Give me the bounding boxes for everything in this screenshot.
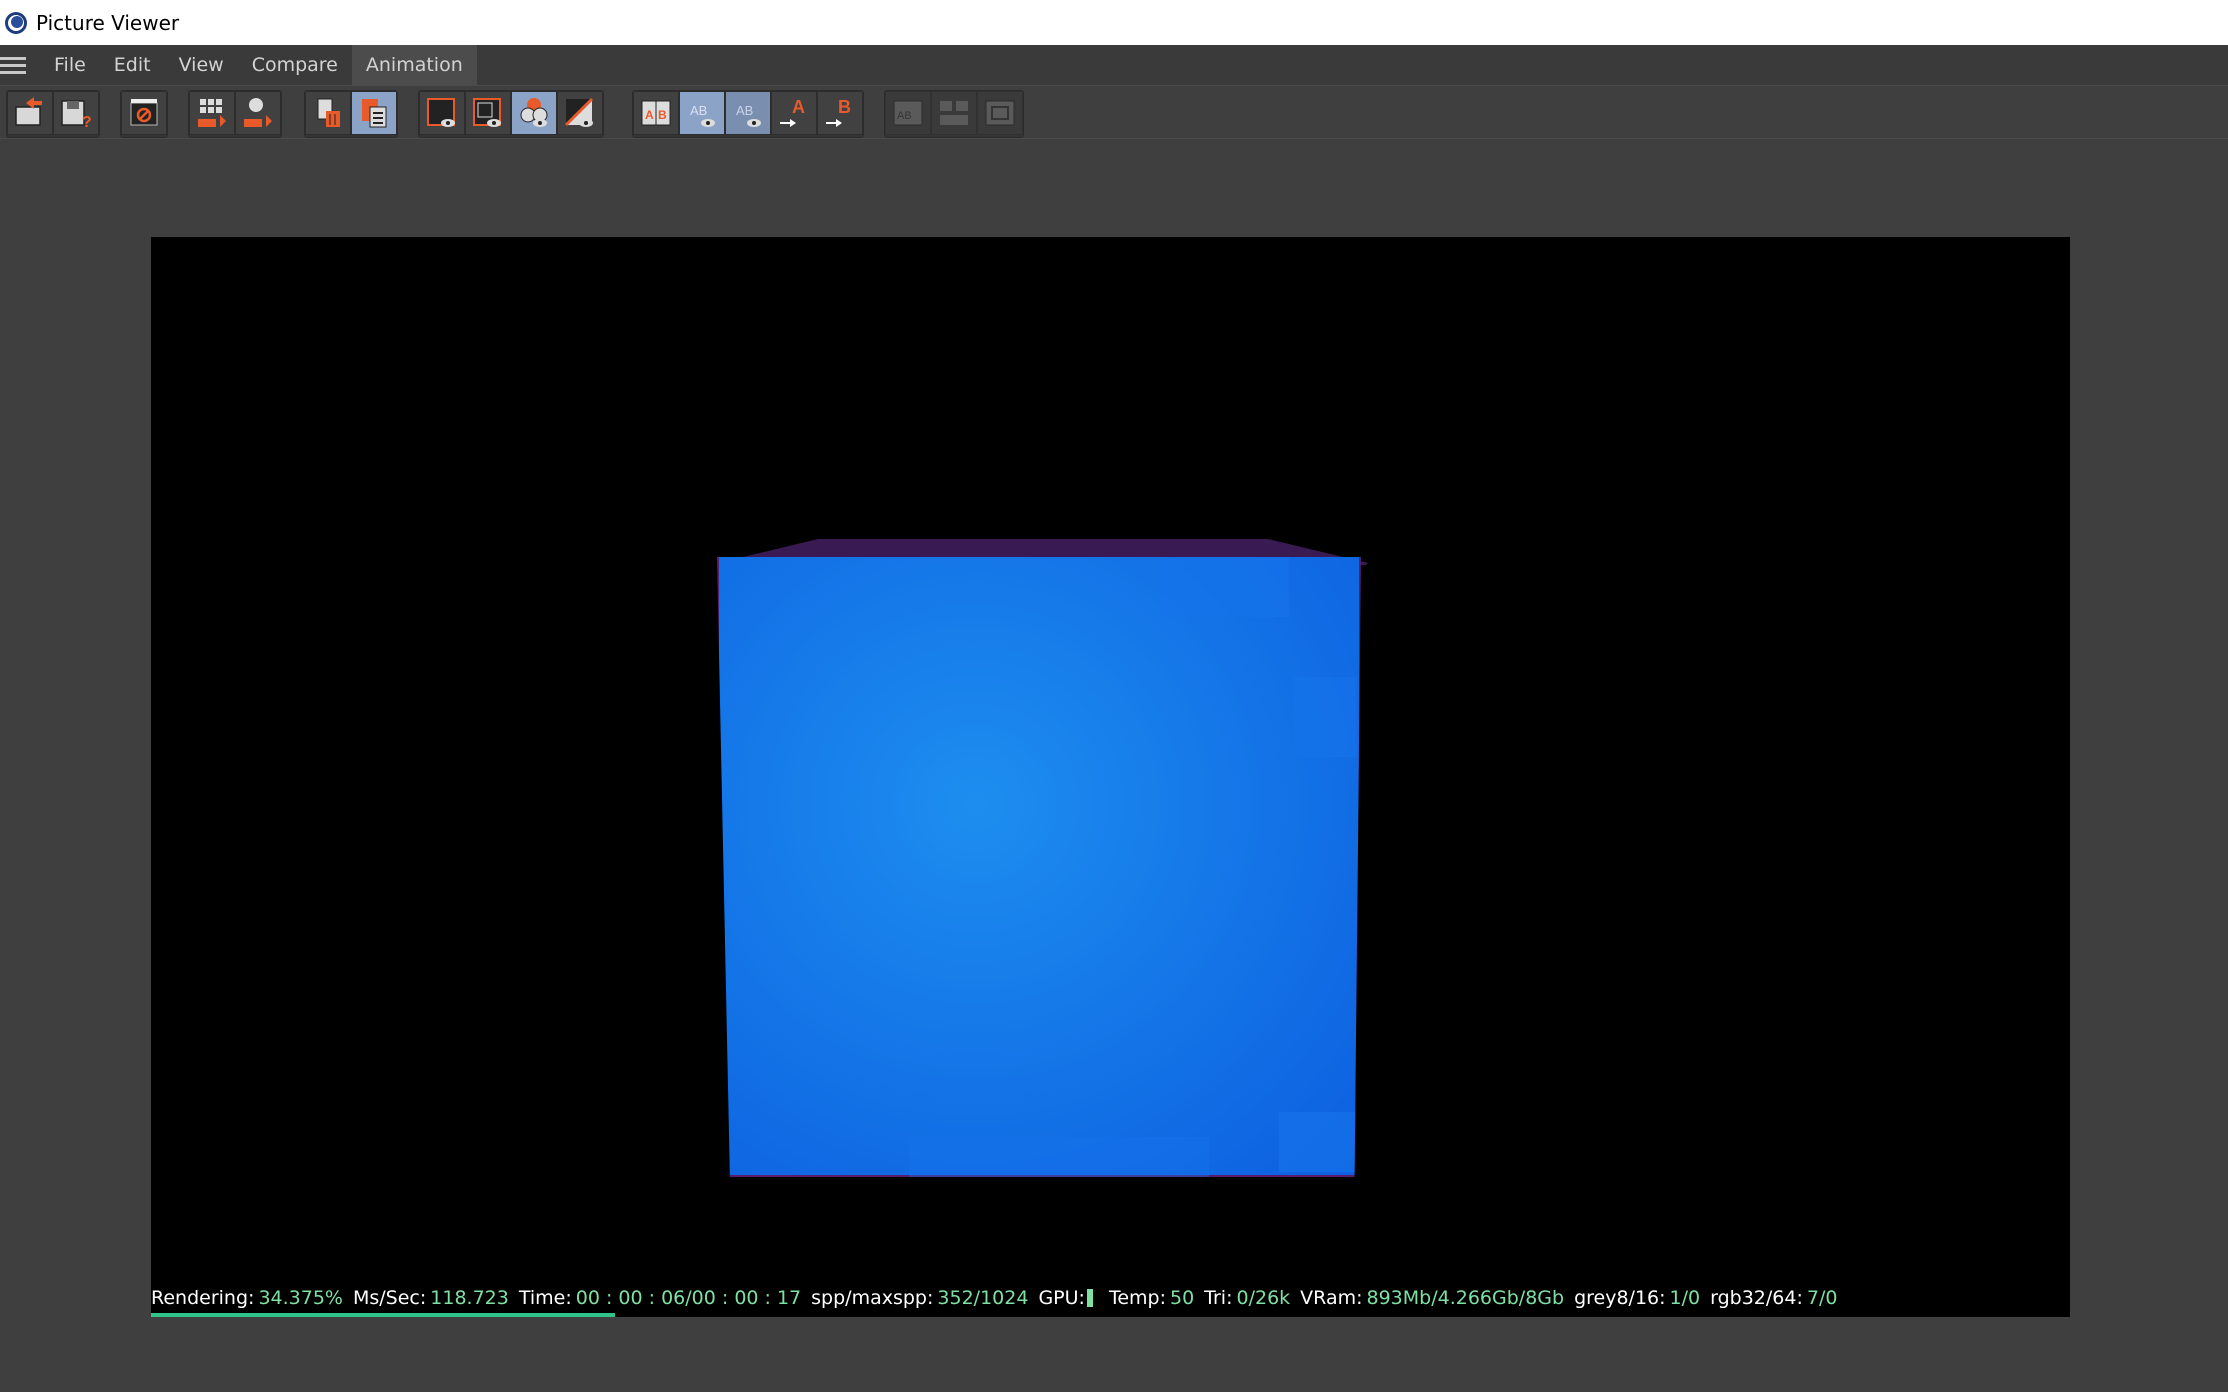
user-down-icon: [244, 98, 272, 127]
render-progress-bar: [151, 1313, 616, 1317]
spp-label: spp/maxspp:: [811, 1287, 934, 1309]
split-ab-button[interactable]: AB: [885, 91, 931, 135]
svg-text:AB: AB: [897, 110, 912, 122]
arrow-b-icon: B: [826, 97, 851, 127]
temp-label: Temp:: [1108, 1287, 1166, 1309]
compare-ab-eye-button[interactable]: AB: [679, 91, 725, 135]
delete-button[interactable]: [305, 91, 351, 135]
split-swap-button[interactable]: [977, 91, 1023, 135]
swap-split-icon: [985, 100, 1015, 126]
render-viewport[interactable]: [151, 237, 2070, 1317]
render-status-line: Rendering: 34.375% Ms/Sec: 118.723 Time:…: [151, 1284, 1847, 1312]
half-square-eye-icon: [564, 97, 594, 127]
rendering-value: 34.375%: [258, 1287, 343, 1309]
save-question-icon: ?: [61, 100, 92, 131]
svg-text:AB: AB: [690, 103, 707, 118]
ab-split-icon: AB: [893, 100, 923, 126]
set-a-button[interactable]: A: [771, 91, 817, 135]
open-folder-icon: [15, 97, 42, 126]
svg-text:?: ?: [82, 114, 92, 131]
hamburger-menu-icon[interactable]: [0, 55, 26, 75]
toolbar-group-disabled: AB: [884, 90, 1024, 138]
trash-icon: [317, 98, 340, 127]
toolbar-group-compare: A B AB AB A B: [632, 90, 864, 138]
window-title: Picture Viewer: [36, 10, 180, 35]
grey-value: 1/0: [1669, 1287, 1701, 1309]
time-value: 00 : 00 : 06/00 : 00 : 17: [575, 1287, 802, 1309]
menu-file[interactable]: File: [40, 45, 100, 85]
svg-text:A: A: [645, 108, 654, 122]
svg-text:AB: AB: [736, 103, 753, 118]
history-list-button[interactable]: [351, 91, 397, 135]
svg-text:B: B: [838, 97, 851, 117]
cube-front-face: [717, 557, 1361, 1177]
tri-label: Tri:: [1204, 1287, 1233, 1309]
menu-view[interactable]: View: [165, 45, 238, 85]
toolbar-group-file: ?: [6, 90, 100, 138]
set-b-button[interactable]: B: [817, 91, 863, 135]
vram-label: VRam:: [1300, 1287, 1363, 1309]
gpu-label: GPU:: [1038, 1287, 1085, 1309]
split-layout-button[interactable]: [931, 91, 977, 135]
ms-sec-label: Ms/Sec:: [352, 1287, 427, 1309]
ab-compare-icon: A B: [641, 100, 671, 126]
frame-eye-icon: [427, 98, 455, 127]
view-channels-button[interactable]: [511, 91, 557, 135]
layout-split-icon: [940, 101, 968, 125]
title-bar: Picture Viewer: [0, 0, 2228, 45]
import-user-button[interactable]: [235, 91, 281, 135]
save-as-button[interactable]: ?: [53, 91, 99, 135]
tri-value: 0/26k: [1236, 1287, 1291, 1309]
gpu-usage-bar: [1086, 1289, 1093, 1307]
menu-edit[interactable]: Edit: [100, 45, 165, 85]
open-button[interactable]: [7, 91, 53, 135]
compare-ab-swap-button[interactable]: AB: [725, 91, 771, 135]
svg-text:B: B: [658, 108, 667, 122]
rgb-circles-eye-icon: [520, 98, 548, 127]
view-single-button[interactable]: [419, 91, 465, 135]
toolbar: ? A B AB AB A B AB: [0, 86, 2228, 139]
spp-value: 352/1024: [937, 1287, 1029, 1309]
rgb-value: 7/0: [1806, 1287, 1838, 1309]
toolbar-group-render: [120, 90, 168, 138]
menu-bar: File Edit View Compare Animation: [0, 45, 2228, 86]
view-region-button[interactable]: [465, 91, 511, 135]
ms-sec-value: 118.723: [430, 1287, 509, 1309]
stop-render-button[interactable]: [121, 91, 167, 135]
vram-value: 893Mb/4.266Gb/8Gb: [1366, 1287, 1565, 1309]
cinema4d-app-icon: [5, 11, 27, 34]
compare-ab-button[interactable]: A B: [633, 91, 679, 135]
grid-down-icon: [198, 99, 226, 127]
svg-text:A: A: [792, 97, 805, 117]
frame-region-eye-icon: [473, 98, 501, 127]
temp-value: 50: [1169, 1287, 1195, 1309]
time-label: Time:: [518, 1287, 572, 1309]
ab-swap-eye-icon: AB: [736, 103, 761, 127]
toolbar-group-view: [418, 90, 604, 138]
clapper-stop-icon: [130, 99, 158, 126]
view-filter-button[interactable]: [557, 91, 603, 135]
rendering-label: Rendering:: [151, 1287, 255, 1309]
menu-animation[interactable]: Animation: [351, 45, 477, 85]
arrow-a-icon: A: [780, 97, 805, 127]
list-icon: [362, 99, 387, 128]
menu-compare[interactable]: Compare: [238, 45, 352, 85]
rgb-label: rgb32/64:: [1710, 1287, 1803, 1309]
import-layers-button[interactable]: [189, 91, 235, 135]
grey-label: grey8/16:: [1574, 1287, 1666, 1309]
toolbar-group-history: [304, 90, 398, 138]
ab-eye-icon: AB: [690, 103, 715, 127]
toolbar-group-import: [188, 90, 282, 138]
